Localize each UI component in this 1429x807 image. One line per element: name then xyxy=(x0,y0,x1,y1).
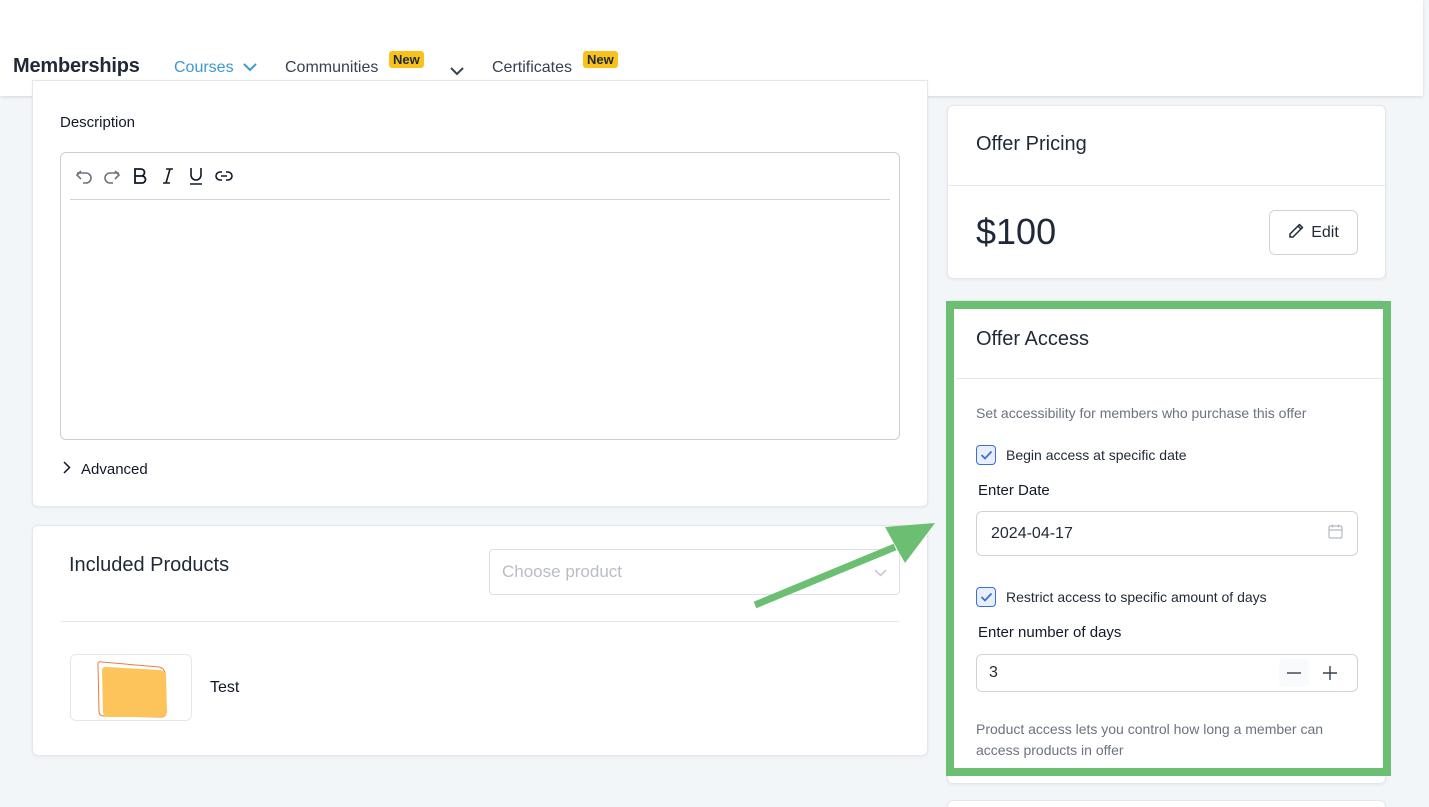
offer-pricing-title: Offer Pricing xyxy=(976,133,1087,155)
italic-icon[interactable] xyxy=(157,165,179,187)
link-icon[interactable] xyxy=(213,165,235,187)
pencil-icon xyxy=(1288,222,1305,244)
date-value: 2024-04-17 xyxy=(991,524,1073,542)
tab-certificates-label: Certificates xyxy=(492,59,573,76)
description-label: Description xyxy=(60,114,136,131)
offer-access-subtitle: Set accessibility for members who purcha… xyxy=(976,405,1307,421)
restrict-access-row: Restrict access to specific amount of da… xyxy=(976,587,1267,607)
chevron-down-icon xyxy=(242,59,257,77)
increment-button[interactable] xyxy=(1315,659,1345,687)
undo-icon[interactable] xyxy=(73,165,95,187)
included-products-card: Included Products Choose product Test xyxy=(32,525,928,756)
offer-access-title: Offer Access xyxy=(976,328,1090,350)
advanced-toggle[interactable]: Advanced xyxy=(63,461,148,478)
tab-communities[interactable]: Communities xyxy=(285,59,378,77)
advanced-label: Advanced xyxy=(81,461,148,478)
redo-icon[interactable] xyxy=(101,165,123,187)
enter-date-label: Enter Date xyxy=(978,482,1050,499)
calendar-icon[interactable] xyxy=(1328,524,1343,544)
stepper-controls xyxy=(1279,659,1345,687)
offer-price: $100 xyxy=(976,211,1057,252)
brand-title: Memberships xyxy=(13,55,140,77)
product-name: Test xyxy=(210,679,240,696)
offer-pricing-card: Offer Pricing $100 Edit xyxy=(947,105,1386,279)
editor-divider xyxy=(70,199,890,200)
date-input[interactable]: 2024-04-17 xyxy=(976,511,1358,556)
pricing-divider xyxy=(948,185,1385,186)
bold-icon[interactable] xyxy=(129,165,151,187)
new-badge: New xyxy=(583,51,618,68)
begin-access-checkbox[interactable] xyxy=(976,445,996,465)
access-help-text: Product access lets you control how long… xyxy=(976,721,1324,758)
next-card-edge xyxy=(947,800,1386,807)
tab-communities-label: Communities xyxy=(285,59,379,76)
offer-access-card: Offer Access Set accessibility for membe… xyxy=(947,300,1386,784)
description-card: Description Advanced xyxy=(32,80,928,507)
communities-chevron-down-icon[interactable] xyxy=(450,63,464,81)
underline-icon[interactable] xyxy=(185,165,207,187)
restrict-access-label: Restrict access to specific amount of da… xyxy=(1006,589,1267,605)
edit-label: Edit xyxy=(1311,223,1339,241)
edit-price-button[interactable]: Edit xyxy=(1269,210,1358,255)
decrement-button[interactable] xyxy=(1279,659,1309,687)
chevron-right-icon xyxy=(63,461,71,478)
products-divider xyxy=(61,621,899,622)
days-stepper[interactable]: 3 xyxy=(976,654,1358,692)
new-badge: New xyxy=(389,51,424,68)
enter-days-label: Enter number of days xyxy=(978,624,1122,641)
begin-access-row: Begin access at specific date xyxy=(976,445,1187,465)
tab-courses[interactable]: Courses xyxy=(174,59,257,77)
begin-access-label: Begin access at specific date xyxy=(1006,447,1187,463)
access-divider xyxy=(956,378,1385,379)
tab-courses-label: Courses xyxy=(174,59,234,76)
days-value[interactable]: 3 xyxy=(989,664,998,682)
choose-product-select[interactable]: Choose product xyxy=(489,549,900,595)
chevron-down-icon xyxy=(874,562,887,582)
choose-product-placeholder: Choose product xyxy=(502,562,623,581)
product-thumbnail xyxy=(70,654,192,721)
editor-toolbar xyxy=(73,165,235,187)
included-products-title: Included Products xyxy=(69,554,230,576)
tab-certificates[interactable]: Certificates xyxy=(492,59,572,77)
restrict-access-checkbox[interactable] xyxy=(976,587,996,607)
description-editor[interactable] xyxy=(60,152,900,440)
